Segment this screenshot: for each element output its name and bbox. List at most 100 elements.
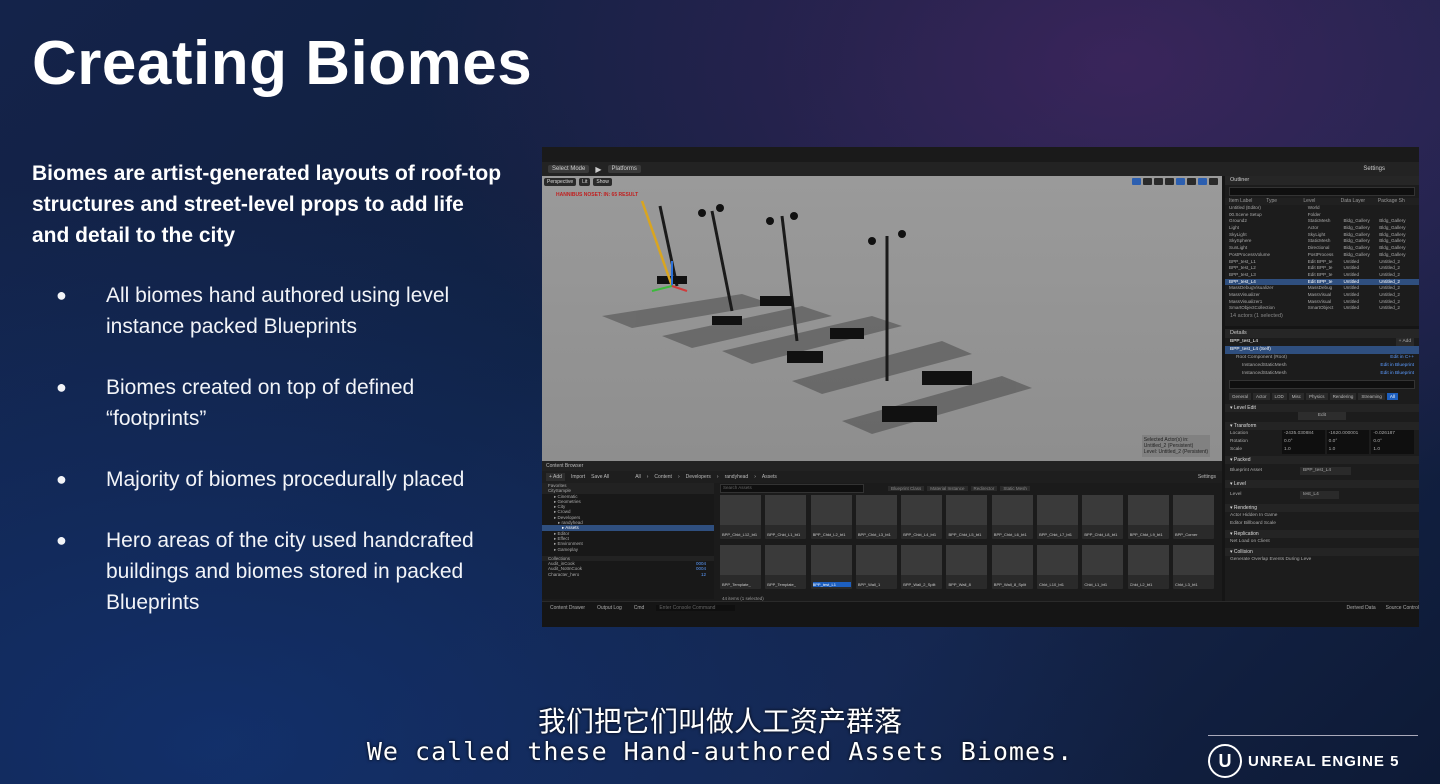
platforms-button[interactable]: Platforms (607, 165, 641, 173)
column-header[interactable]: Package Sh (1378, 198, 1415, 205)
add-button[interactable]: + Add (546, 473, 565, 481)
play-icon[interactable]: ▶ (595, 165, 601, 174)
asset-tile[interactable]: BPP_Wall_1 (855, 545, 897, 589)
section-header[interactable]: ▾ Replication (1225, 530, 1419, 538)
save-all-button[interactable]: Save All (591, 474, 609, 480)
column-header[interactable]: Data Layer (1341, 198, 1378, 205)
filter-chip[interactable]: Blueprint Class (888, 486, 925, 491)
outliner-row[interactable]: SmartObjectCollection SmartObject Untitled… (1225, 305, 1419, 312)
asset-tile[interactable]: BPP_Chkt_L9_bt1 (1127, 495, 1169, 539)
asset-tile[interactable]: BPP_Chkt_L3_bt1 (855, 495, 897, 539)
edit-link[interactable]: Edit in Blueprint (1380, 370, 1414, 378)
transform-value[interactable]: 1.0 (1282, 446, 1325, 454)
transform-value[interactable]: 0.0° (1282, 438, 1325, 446)
breadcrumb-item[interactable]: Assets (762, 474, 777, 480)
outliner-row[interactable]: Light Actor Bldg_Gallery Bldg_Gallery (1225, 225, 1419, 232)
asset-tile[interactable]: BPP_Template_ (765, 545, 807, 589)
source-control-button[interactable]: Source Control (1386, 605, 1419, 611)
column-header[interactable]: Type (1266, 198, 1303, 205)
asset-tile[interactable]: BPP_Chkt_L5_bt1 (946, 495, 988, 539)
filter-chip[interactable]: Redirector (970, 486, 998, 491)
property-row[interactable]: Generate Overlap Events During Leve (1225, 556, 1419, 564)
collection-item[interactable]: Character_hero 12 (542, 572, 714, 577)
outliner-row[interactable]: BPP_test_L1 Edit BPP_te Untitled Untitled_2 (1225, 259, 1419, 266)
outliner-row[interactable]: SkySphere StaticMesh Bldg_Gallery Bldg_Gall… (1225, 238, 1419, 245)
translate-icon[interactable] (1132, 178, 1141, 185)
edit-link[interactable]: Edit in C++ (1390, 354, 1414, 362)
transform-value[interactable]: 1.0 (1371, 446, 1415, 454)
outliner-row[interactable]: Untitled (Editor) World (1225, 205, 1419, 212)
scale-snap-icon[interactable] (1187, 178, 1196, 185)
transform-value[interactable]: 0.0° (1371, 438, 1415, 446)
section-header[interactable]: ▾ Level Edit (1225, 404, 1419, 412)
column-header[interactable]: Level (1303, 198, 1340, 205)
asset-tile[interactable]: BPP_Wall_8_Split (991, 545, 1033, 589)
asset-tile[interactable]: BPP_Corner (1172, 495, 1214, 539)
section-header[interactable]: ▾ Collision (1225, 548, 1419, 556)
property-row[interactable]: Editor Billboard Scale (1225, 520, 1419, 528)
component-row[interactable]: Root Component (Root) Edit in C++ (1225, 354, 1419, 362)
filter-chip[interactable]: Static Mesh (1000, 486, 1030, 491)
details-tab-rendering[interactable]: Rendering (1329, 393, 1357, 400)
folder-item[interactable]: ▸ Gameplay (542, 547, 714, 552)
outliner-search-input[interactable] (1229, 187, 1415, 196)
details-tab-lod[interactable]: LOD (1271, 393, 1287, 400)
asset-tile[interactable]: BPP_test_L1 (810, 545, 852, 589)
edit-link[interactable]: Edit in Blueprint (1380, 362, 1414, 370)
outliner-row[interactable]: 00.Scene Setup Folder (1225, 212, 1419, 219)
component-row[interactable]: BPP_test_L4 (Self) (1225, 346, 1419, 354)
details-tab-actor[interactable]: Actor (1253, 393, 1270, 400)
scale-icon[interactable] (1154, 178, 1163, 185)
asset-tile[interactable]: BPP_Chkt_L8_bt1 (1082, 495, 1124, 539)
breadcrumb-item[interactable]: All (635, 474, 641, 480)
asset-tile[interactable]: BPP_Chkt_L2_bt1 (810, 495, 852, 539)
outliner-row[interactable]: BPP_test_L2 Edit BPP_te Untitled Untitled_2 (1225, 265, 1419, 272)
outliner-row[interactable]: MassVisualizer MassVisual Untitled Untitled… (1225, 292, 1419, 299)
import-button[interactable]: Import (571, 474, 585, 480)
details-tab-physics[interactable]: Physics (1306, 393, 1328, 400)
asset-tile[interactable]: BPP_Wall_2_Split (901, 545, 943, 589)
outliner-row[interactable]: Ground2 StaticMesh Bldg_Gallery Bldg_Galler… (1225, 218, 1419, 225)
outliner-tab[interactable]: Outliner (1225, 176, 1419, 185)
lit-button[interactable]: Lit (579, 178, 591, 186)
level-viewport[interactable]: Perspective Lit Show HANNIBUS NOSET: IN:… (542, 176, 1222, 461)
property-row[interactable]: Net Load on Client (1225, 538, 1419, 546)
asset-tile[interactable]: BPP_Chkt_L12_bt1 (720, 495, 761, 539)
section-header[interactable]: ▾ Level (1225, 480, 1419, 488)
maximize-icon[interactable] (1209, 178, 1218, 185)
blueprint-asset-value[interactable]: BPP_test_L4 (1300, 467, 1352, 475)
outliner-row[interactable]: SkyLight SkyLight Bldg_Gallery Bldg_Gallery (1225, 232, 1419, 239)
transform-value[interactable]: 1.0 (1326, 446, 1370, 454)
outliner-row[interactable]: SunLight Directional Bldg_Gallery Bldg_Gall… (1225, 245, 1419, 252)
content-drawer-button[interactable]: Content Drawer (550, 605, 585, 611)
asset-search-input[interactable]: Search Assets (720, 484, 864, 493)
console-input[interactable]: Enter Console Command (656, 605, 736, 611)
asset-tile[interactable]: BPP_Template_ (720, 545, 761, 589)
perspective-button[interactable]: Perspective (544, 178, 577, 186)
grid-snap-icon[interactable] (1165, 178, 1174, 185)
outliner-row[interactable]: BPP_test_L4 Edit BPP_te Untitled Untitled_2 (1225, 278, 1419, 286)
asset-tile[interactable]: BPP_Chkt_L7_bt1 (1037, 495, 1079, 539)
asset-tile[interactable]: Chkt_L3_bt1 (1172, 545, 1214, 589)
asset-tile[interactable]: Chkt_L10_bt1 (1037, 545, 1079, 589)
outliner-row[interactable]: PostProcessVolume PostProcess Bldg_Gallery… (1225, 252, 1419, 259)
breadcrumb-item[interactable]: Developers (686, 474, 711, 480)
asset-tile[interactable]: BPP_Chkt_L1_bt1 (765, 495, 807, 539)
breadcrumb-item[interactable]: Content (654, 474, 672, 480)
add-component-button[interactable]: + Add (1395, 338, 1414, 346)
asset-tile[interactable]: Chkt_L2_bt1 (1127, 545, 1169, 589)
derived-data-button[interactable]: Derived Data (1346, 605, 1375, 611)
asset-tile[interactable]: Chkt_L1_bt1 (1082, 545, 1124, 589)
breadcrumb-item[interactable]: randyhead (725, 474, 749, 480)
details-tab-all[interactable]: All (1386, 393, 1398, 400)
component-row[interactable]: InstancedStaticMesh Edit in Blueprint (1225, 370, 1419, 378)
details-tab[interactable]: Details (1225, 329, 1419, 338)
asset-tile[interactable]: BPP_Chkt_L6_bt1 (991, 495, 1033, 539)
section-header[interactable]: ▾ Transform (1225, 422, 1419, 430)
details-tab-streaming[interactable]: Streaming (1358, 393, 1385, 400)
asset-tile[interactable]: BPP_Wall_8 (946, 545, 988, 589)
component-row[interactable]: InstancedStaticMesh Edit in Blueprint (1225, 362, 1419, 370)
details-tab-general[interactable]: General (1229, 393, 1252, 400)
transform-value[interactable]: 0.0° (1326, 438, 1370, 446)
content-settings-button[interactable]: Settings (1198, 474, 1222, 480)
